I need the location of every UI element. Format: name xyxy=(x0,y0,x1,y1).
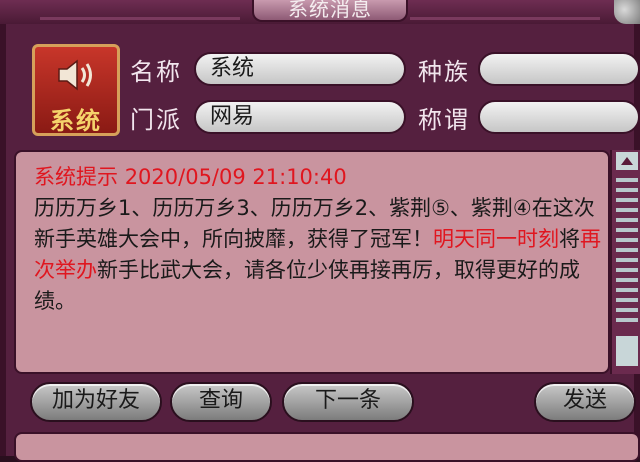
next-message-button[interactable]: 下一条 xyxy=(282,382,414,422)
scrollbar-track[interactable] xyxy=(616,178,638,328)
title-decoration-right xyxy=(410,3,600,20)
sender-avatar: 系统 xyxy=(32,44,120,136)
sect-label: 门派 xyxy=(130,106,182,134)
message-header: 系统提示 xyxy=(34,165,118,189)
title-label: 称谓 xyxy=(418,106,470,134)
sect-field: 网易 xyxy=(194,100,406,134)
message-timestamp: 2020/05/09 21:10:40 xyxy=(124,165,347,189)
window-title: 系统消息 xyxy=(252,0,408,22)
title-bar: 系统消息 xyxy=(0,0,640,24)
race-label: 种族 xyxy=(418,58,470,86)
name-label: 名称 xyxy=(130,58,182,86)
message-highlight-time: 明天同一时刻 xyxy=(433,227,559,251)
scroll-up-icon[interactable] xyxy=(616,152,638,170)
message-area: 系统提示 2020/05/09 21:10:40 历历万乡1、历历万乡3、历历万… xyxy=(14,150,610,374)
message-body-part3: 新手比武大会，请各位少侠再接再厉，取得更好的成绩。 xyxy=(34,258,580,313)
title-decoration-left xyxy=(40,3,240,20)
message-body-part2: 将 xyxy=(559,227,580,251)
reply-input[interactable] xyxy=(14,432,640,462)
title-field xyxy=(478,100,640,134)
message-scrollbar[interactable] xyxy=(610,150,640,374)
add-friend-button[interactable]: 加为好友 xyxy=(30,382,162,422)
race-field xyxy=(478,52,640,86)
send-button[interactable]: 发送 xyxy=(534,382,636,422)
speaker-icon xyxy=(58,59,92,91)
message-text: 系统提示 2020/05/09 21:10:40 历历万乡1、历历万乡3、历历万… xyxy=(34,162,602,317)
scroll-down-icon[interactable] xyxy=(616,336,638,366)
query-button[interactable]: 查询 xyxy=(170,382,272,422)
avatar-label: 系统 xyxy=(50,107,102,135)
name-field: 系统 xyxy=(194,52,406,86)
close-button[interactable] xyxy=(614,0,640,24)
